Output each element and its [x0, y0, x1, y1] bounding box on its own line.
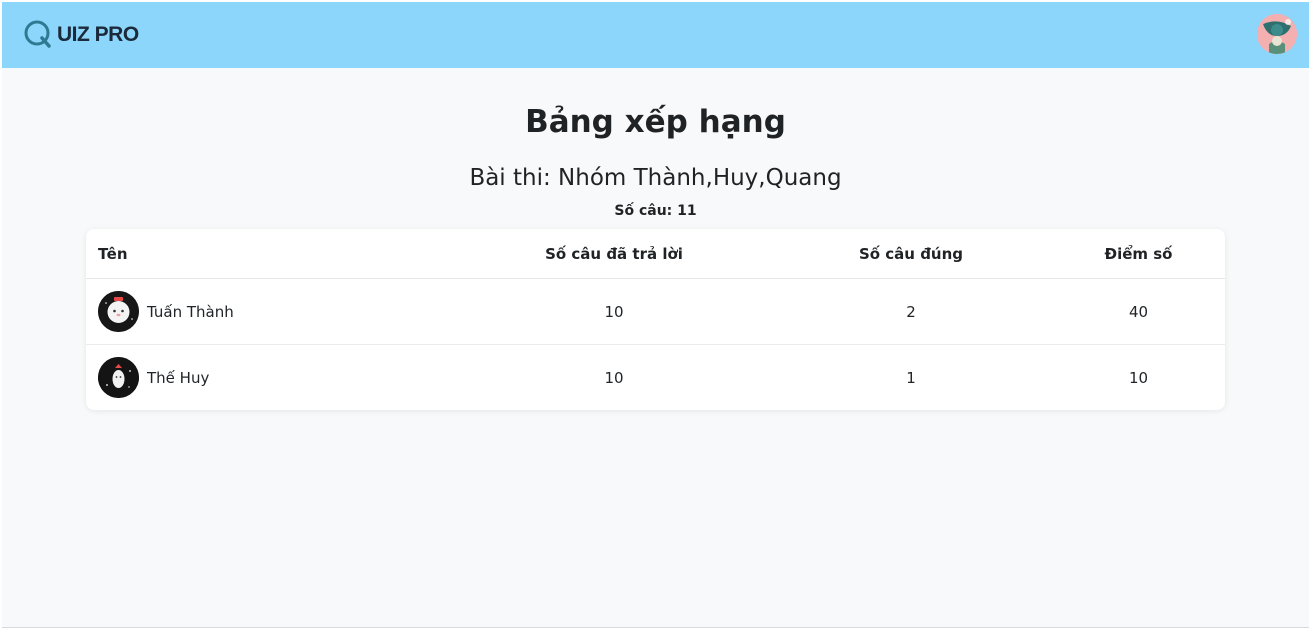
- user-name: Thế Huy: [147, 368, 210, 387]
- leaderboard-card: Tên Số câu đã trả lời Số câu đúng Điểm s…: [86, 229, 1225, 410]
- leaderboard-table: Tên Số câu đã trả lời Số câu đúng Điểm s…: [86, 229, 1225, 410]
- white-cat-avatar-icon: [98, 291, 139, 332]
- question-count: Số câu: 11: [2, 203, 1309, 219]
- ghost-avatar-icon: [98, 357, 139, 398]
- exam-title: Bài thi: Nhóm Thành,Huy,Quang: [469, 165, 842, 191]
- answered-cell: 10: [458, 278, 770, 345]
- score-cell: 40: [1052, 278, 1225, 345]
- question-count-value: 11: [677, 203, 697, 219]
- top-navbar: UIZ PRO: [2, 2, 1309, 68]
- page-title: Bảng xếp hạng: [525, 104, 786, 140]
- user-cell: Thế Huy: [98, 357, 458, 398]
- correct-cell: 1: [906, 368, 916, 387]
- app-window: UIZ PRO Bảng xếp hạng Bài thi: Nhóm Thàn…: [2, 2, 1309, 628]
- user-cell: Tuấn Thành: [98, 291, 458, 332]
- correct-cell: 2: [770, 278, 1052, 345]
- header-answered[interactable]: Số câu đã trả lời: [458, 229, 770, 279]
- name-cell: Tuấn Thành: [86, 278, 458, 345]
- table-row[interactable]: Thế Huy 10 1 10: [86, 345, 1225, 411]
- table-row[interactable]: Tuấn Thành 10 2 40: [86, 278, 1225, 345]
- brand-text: UIZ PRO: [57, 23, 139, 46]
- brand-logo[interactable]: UIZ PRO: [24, 17, 139, 51]
- header-name[interactable]: Tên: [86, 229, 458, 279]
- name-cell: Thế Huy: [86, 345, 458, 411]
- header-correct[interactable]: Số câu đúng: [770, 229, 1052, 279]
- profile-avatar-icon[interactable]: [1257, 14, 1297, 54]
- header-score[interactable]: Điểm số: [1052, 229, 1225, 279]
- answered-cell: 10: [604, 368, 624, 387]
- q-logo-icon: [24, 20, 52, 48]
- table-header-row: Tên Số câu đã trả lời Số câu đúng Điểm s…: [86, 229, 1225, 279]
- question-count-label: Số câu:: [614, 203, 673, 219]
- user-name: Tuấn Thành: [147, 302, 234, 321]
- score-cell: 10: [1128, 368, 1149, 387]
